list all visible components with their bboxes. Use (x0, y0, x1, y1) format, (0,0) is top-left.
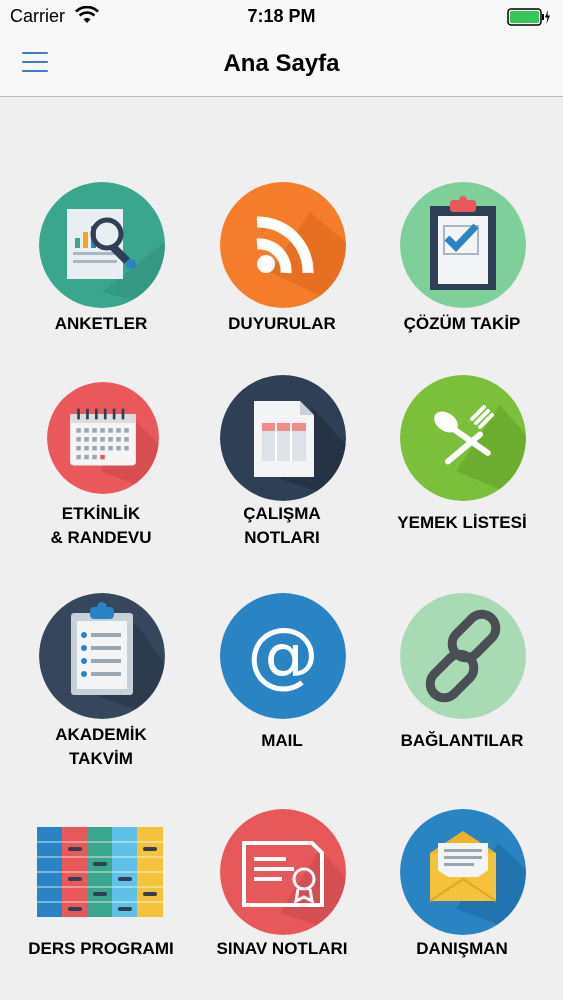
tile-label: DERS PROGRAMI (28, 939, 174, 958)
svg-text:@: @ (247, 612, 319, 696)
clipboard-check-icon (400, 182, 526, 308)
tile-label: ETKİNLİK & RANDEVU (50, 504, 152, 547)
survey-icon (39, 182, 165, 308)
tile-label: AKADEMİK TAKVİM (55, 725, 147, 768)
tile-duyurular[interactable]: DUYURULAR (188, 182, 376, 372)
tile-label: ÇALIŞMA NOTLARI (243, 504, 321, 547)
tile-label: DANIŞMAN (416, 939, 508, 958)
tile-anketler[interactable]: ANKETLER (7, 182, 195, 372)
document-icon (220, 375, 346, 501)
certificate-icon (220, 809, 346, 935)
tile-etkinlik-randevu[interactable]: ETKİNLİK & RANDEVU (7, 382, 195, 572)
schedule-grid-icon (37, 809, 167, 935)
tile-label: SINAV NOTLARI (216, 939, 348, 958)
tile-mail[interactable]: @ MAIL (188, 593, 376, 783)
tile-akademik-takvim[interactable]: AKADEMİK TAKVİM (7, 593, 195, 783)
tile-label: BAĞLANTILAR (400, 731, 524, 750)
tile-label: YEMEK LİSTESİ (397, 513, 527, 532)
status-bar: Carrier 7:18 PM (0, 0, 563, 32)
battery-icon (507, 8, 551, 31)
chain-link-icon (400, 593, 526, 719)
menu-grid: ANKETLER DUYURULAR ÇÖZÜM TAKİP ETKİNLİK … (0, 97, 563, 1000)
tile-sinav-notlari[interactable]: SINAV NOTLARI (188, 809, 376, 999)
page-title: Ana Sayfa (223, 50, 340, 77)
clock: 7:18 PM (247, 6, 316, 26)
rss-icon (220, 182, 346, 308)
tile-label: DUYURULAR (228, 314, 336, 333)
tile-ders-programi[interactable]: DERS PROGRAMI (7, 809, 195, 999)
tile-calisma-notlari[interactable]: ÇALIŞMA NOTLARI (188, 375, 376, 565)
at-sign-icon: @ (220, 593, 346, 719)
navigation-bar: Ana Sayfa (0, 32, 563, 97)
fork-spoon-icon (400, 375, 526, 501)
tile-label: MAIL (261, 731, 303, 750)
tile-yemek-listesi[interactable]: YEMEK LİSTESİ (368, 375, 556, 565)
tile-label: ANKETLER (54, 314, 148, 333)
tile-baglantilar[interactable]: BAĞLANTILAR (368, 593, 556, 783)
tile-label: ÇÖZÜM TAKİP (403, 314, 521, 333)
tile-danisman[interactable]: DANIŞMAN (368, 809, 556, 999)
calendar-icon (47, 382, 159, 494)
checklist-icon (39, 593, 165, 719)
tile-cozum-takip[interactable]: ÇÖZÜM TAKİP (368, 182, 556, 372)
envelope-icon (400, 809, 526, 935)
